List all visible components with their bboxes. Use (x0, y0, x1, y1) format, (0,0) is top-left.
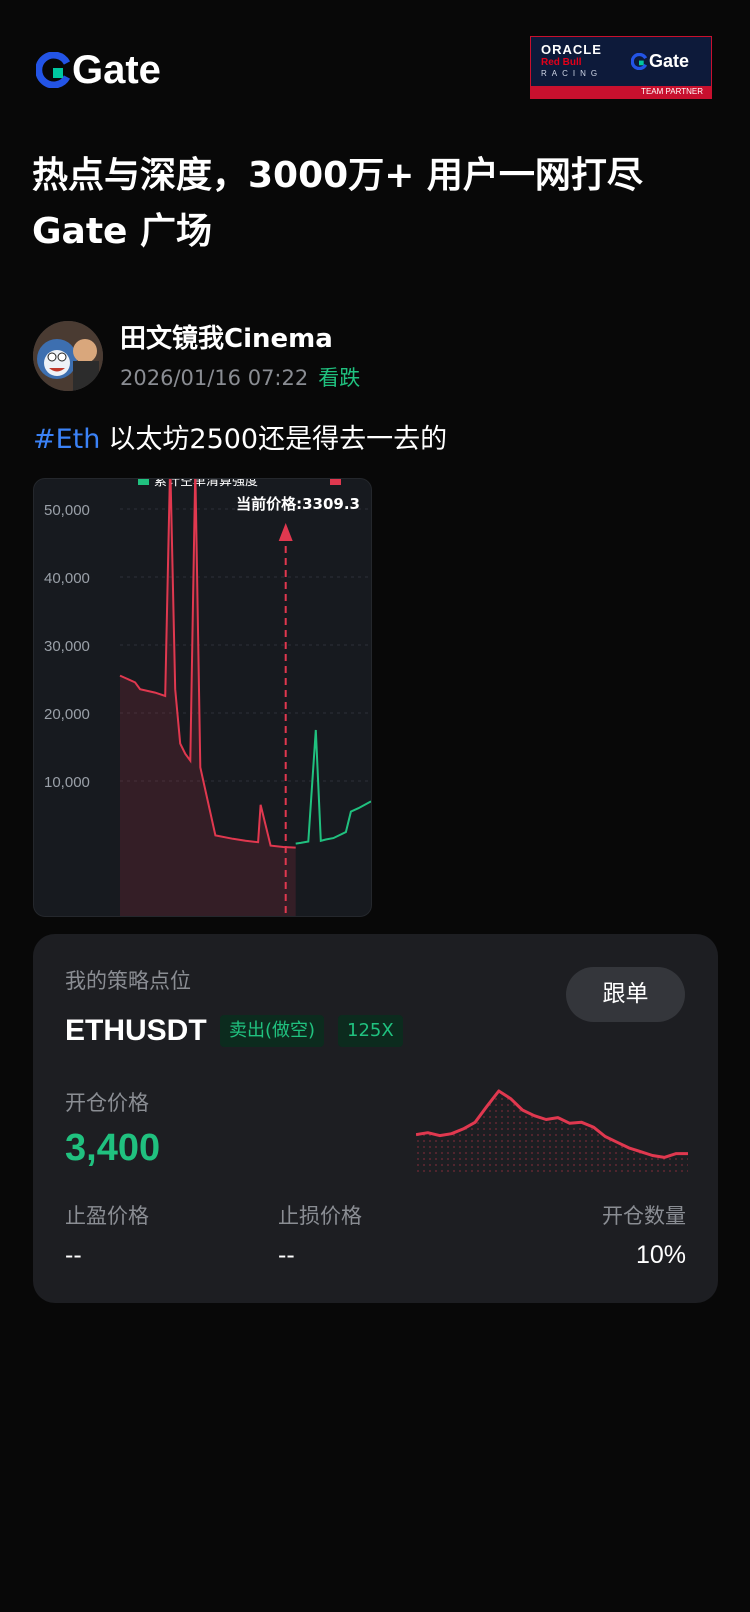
strategy-title: 我的策略点位 (65, 969, 191, 993)
partner-banner[interactable]: ORACLE Red Bull RACING Gate TEAM PARTNER (530, 36, 712, 99)
series-line-2 (295, 729, 371, 845)
headline-line-1: 热点与深度，3000万+ 用户一网打尽 (32, 155, 643, 196)
gate-logo[interactable]: Gate (36, 50, 161, 90)
partner-tag: TEAM PARTNER (531, 86, 711, 98)
post-meta: 2026/01/16 07:22 看跌 (120, 364, 360, 392)
hashtag-link[interactable]: #Eth (33, 422, 100, 458)
y-tick-label: 40,000 (44, 570, 90, 587)
avatar-image (33, 321, 103, 391)
y-tick-label: 10,000 (44, 774, 90, 791)
open-price-label: 开仓价格 (65, 1091, 149, 1115)
partner-gate-logo: Gate (631, 51, 689, 72)
post-date: 2026/01/16 07:22 (120, 366, 309, 390)
price-sparkline (416, 1089, 688, 1175)
y-tick-label: 30,000 (44, 638, 90, 655)
headline-line-2: Gate 广场 (32, 211, 213, 252)
quantity-label: 开仓数量 (602, 1204, 686, 1228)
post-body: #Eth 以太坊2500还是得去一去的 (33, 422, 447, 458)
partner-redbull: Red Bull (541, 57, 582, 68)
legend-swatch (330, 479, 341, 485)
partner-oracle: ORACLE (541, 42, 602, 57)
sentiment-badge: 看跌 (318, 366, 361, 390)
post-image-chart[interactable]: 60,00050,00040,00030,00020,00010,000累计空单… (33, 478, 372, 917)
post-text: 以太坊2500还是得去一去的 (108, 424, 448, 455)
series-area (120, 479, 296, 916)
stop-loss-value: -- (278, 1241, 295, 1269)
side-badge: 卖出(做空) (220, 1015, 325, 1047)
current-price-label: 当前价格:3309.3 (236, 495, 360, 513)
liquidation-chart: 60,00050,00040,00030,00020,00010,000累计空单… (44, 479, 371, 916)
leverage-badge: 125X (338, 1015, 403, 1047)
author-name[interactable]: 田文镜我Cinema (120, 322, 333, 356)
author-avatar[interactable] (33, 321, 103, 391)
trading-pair: ETHUSDT (65, 1014, 207, 1047)
partner-racing: RACING (541, 69, 603, 78)
open-price-value: 3,400 (65, 1127, 161, 1169)
quantity-value: 10% (635, 1241, 686, 1269)
take-profit-value: -- (65, 1241, 82, 1269)
gate-logo-icon (36, 52, 70, 88)
gate-logo-icon (631, 53, 647, 70)
current-price-arrow (278, 523, 293, 541)
legend-swatch (138, 479, 149, 485)
page-headline: 热点与深度，3000万+ 用户一网打尽 Gate 广场 (32, 148, 722, 260)
y-tick-label: 20,000 (44, 706, 90, 723)
stop-loss-label: 止损价格 (278, 1204, 362, 1228)
follow-order-button[interactable]: 跟单 (566, 967, 685, 1022)
take-profit-label: 止盈价格 (65, 1204, 149, 1228)
y-tick-label: 50,000 (44, 502, 90, 519)
logo-text: Gate (72, 48, 161, 92)
